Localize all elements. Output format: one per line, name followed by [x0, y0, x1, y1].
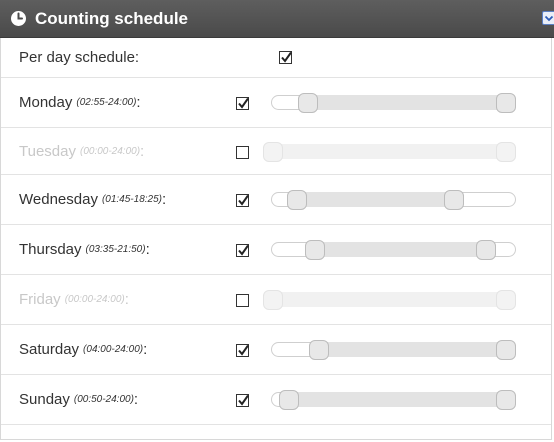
day-range: (04:00-24:00) — [83, 344, 144, 355]
slider-end-handle[interactable] — [443, 190, 464, 210]
per-day-schedule-label: Per day schedule: — [19, 38, 139, 77]
day-checkbox-monday[interactable] — [236, 97, 249, 110]
day-label-colon: : — [143, 341, 148, 358]
day-checkbox-thursday[interactable] — [236, 244, 249, 257]
clock-icon — [11, 11, 26, 26]
collapse-icon[interactable] — [542, 11, 554, 25]
day-label: Tuesday (00:00-24:00): — [19, 128, 144, 174]
day-label: Sunday (00:50-24:00): — [19, 375, 138, 424]
day-range: (00:00-24:00) — [64, 294, 125, 305]
day-label-colon: : — [140, 142, 145, 160]
day-label-colon: : — [133, 391, 139, 408]
day-range: (02:55-24:00) — [76, 97, 137, 108]
slider-start-handle[interactable] — [287, 190, 308, 210]
day-row-thursday: Thursday (03:35-21:50): — [1, 225, 551, 275]
panel-header: Counting schedule — [0, 0, 554, 38]
day-range: (00:50-24:00) — [73, 394, 134, 405]
time-range-slider-fill — [314, 242, 486, 257]
day-label: Friday (00:00-24:00): — [19, 275, 129, 324]
time-range-slider-fill — [308, 95, 506, 110]
day-checkbox-wednesday[interactable] — [236, 194, 249, 207]
day-row-sunday: Sunday (00:50-24:00): — [1, 375, 551, 425]
day-row-tuesday: Tuesday (00:00-24:00): — [1, 128, 551, 175]
day-name: Thursday — [19, 241, 82, 258]
slider-end-handle[interactable] — [496, 290, 516, 310]
day-label: Monday (02:55-24:00): — [19, 78, 141, 127]
time-range-slider-fill — [297, 192, 454, 207]
day-checkbox-saturday[interactable] — [236, 344, 249, 357]
panel-body: Per day schedule: Monday (02:55-24:00): Tu… — [0, 38, 552, 440]
day-name: Friday — [19, 291, 61, 308]
counting-schedule-panel: Counting schedule Per day schedule: Mond… — [0, 0, 554, 442]
slider-end-handle[interactable] — [475, 240, 496, 260]
slider-start-handle[interactable] — [304, 240, 325, 260]
per-day-schedule-text: Per day schedule: — [19, 49, 140, 66]
slider-end-handle[interactable] — [496, 93, 516, 113]
time-range-slider-fill — [288, 392, 506, 407]
panel-title: Counting schedule — [35, 9, 188, 28]
day-range: (03:35-21:50) — [85, 244, 146, 255]
day-range: (00:00-24:00) — [79, 145, 141, 157]
day-label-colon: : — [124, 291, 129, 308]
slider-start-handle[interactable] — [298, 93, 319, 113]
slider-start-handle[interactable] — [278, 390, 299, 410]
day-name: Wednesday — [19, 191, 98, 208]
day-name: Monday — [19, 94, 73, 111]
day-label: Saturday (04:00-24:00): — [19, 325, 147, 374]
day-row-monday: Monday (02:55-24:00): — [1, 78, 551, 128]
day-label: Wednesday (01:45-18:25): — [19, 175, 166, 224]
per-day-schedule-row: Per day schedule: — [1, 38, 551, 78]
time-range-slider-fill — [273, 292, 506, 307]
day-label: Thursday (03:35-21:50): — [19, 225, 150, 274]
slider-start-handle[interactable] — [263, 290, 283, 310]
day-name: Saturday — [19, 341, 80, 358]
day-row-friday: Friday (00:00-24:00): — [1, 275, 551, 325]
day-label-colon: : — [136, 94, 141, 111]
day-row-saturday: Saturday (04:00-24:00): — [1, 325, 551, 375]
day-label-colon: : — [145, 241, 150, 258]
day-checkbox-sunday[interactable] — [236, 394, 249, 407]
day-checkbox-tuesday[interactable] — [236, 146, 249, 159]
day-label-colon: : — [162, 191, 167, 208]
slider-end-handle[interactable] — [496, 390, 516, 410]
time-range-slider-fill — [318, 342, 506, 357]
day-row-wednesday: Wednesday (01:45-18:25): — [1, 175, 551, 225]
slider-end-handle[interactable] — [496, 340, 516, 360]
day-range: (01:45-18:25) — [101, 194, 162, 205]
day-checkbox-friday[interactable] — [236, 294, 249, 307]
slider-end-handle[interactable] — [496, 142, 516, 162]
day-name: Tuesday — [19, 142, 76, 160]
time-range-slider-fill — [273, 144, 506, 159]
slider-start-handle[interactable] — [263, 142, 283, 162]
per-day-schedule-checkbox[interactable] — [279, 51, 292, 64]
slider-start-handle[interactable] — [308, 340, 329, 360]
day-name: Sunday — [19, 391, 70, 408]
